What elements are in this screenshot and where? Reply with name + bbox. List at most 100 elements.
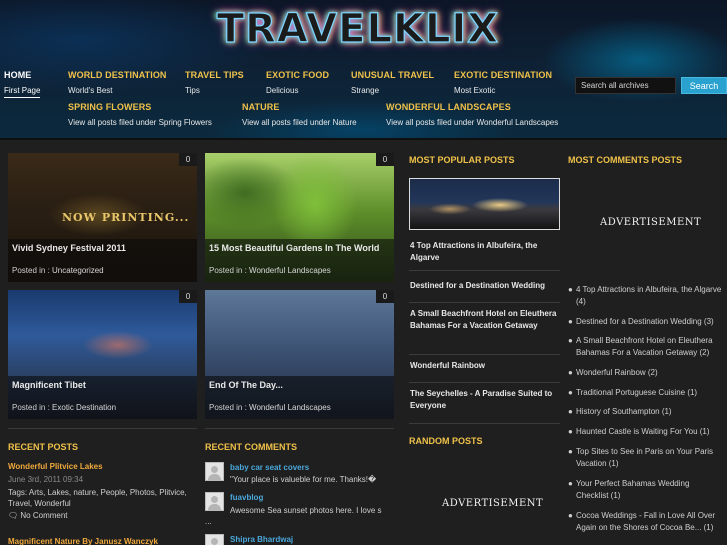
most-comments-item[interactable]: ● Destined for a Destination Wedding (3) [568,316,724,328]
advertisement-label: ADVERTISEMENT [600,217,702,228]
most-comments-item[interactable]: ● Cocoa Weddings - Fall in Love All Over … [568,510,724,534]
nav-item-unusual-travel[interactable]: UNUSUAL TRAVEL Strange [351,70,434,95]
featured-post-card[interactable]: 0 Magnificent Tibet Posted in : Exotic D… [8,290,197,419]
random-posts-heading: RANDOM POSTS [409,436,483,446]
comment-excerpt[interactable]: "Your place is valueble for me. Thanks!� [230,475,376,484]
nav-title: UNUSUAL TRAVEL [351,70,435,80]
search-input[interactable] [575,77,676,94]
category-link[interactable]: Exotic Destination [52,403,116,412]
featured-post-title[interactable]: Magnificent Tibet [12,380,86,390]
popular-post-link[interactable]: 4 Top Attractions in Albufeira, the Alga… [410,240,560,264]
nav-subtitle: Most Exotic [454,86,496,95]
most-comments-item[interactable]: ● Your Perfect Bahamas Wedding Checklist … [568,478,724,502]
most-comments-link[interactable]: Your Perfect Bahamas Wedding Checklist (… [568,478,724,502]
featured-post-title[interactable]: 15 Most Beautiful Gardens In The World [209,243,379,253]
most-comments-item[interactable]: ● History of Southampton (1) [568,406,724,418]
nav-title: EXOTIC FOOD [266,70,330,80]
nav-item-spring-flowers[interactable]: SPRING FLOWERS View all posts filed unde… [68,102,212,127]
popular-post-link[interactable]: Wonderful Rainbow [410,360,560,372]
recent-post-date: June 3rd, 2011 09:34 [8,475,84,484]
bullet-icon: ● [568,388,573,397]
popular-post-thumbnail[interactable] [409,178,560,230]
most-comments-item[interactable]: ● A Small Beachfront Hotel on Eleuthera B… [568,335,724,359]
divider [409,382,560,383]
popular-post-link[interactable]: The Seychelles - A Paradise Suited to Ev… [410,388,560,412]
most-comments-link[interactable]: Haunted Castle is Waiting For You (1) [568,426,724,438]
nav-subtitle: Delicious [266,86,299,95]
featured-post-card[interactable]: 0 End Of The Day... Posted in : Wonderfu… [205,290,394,419]
comment-link-label: No Comment [20,511,68,520]
comment-author-link[interactable]: fuavblog [230,493,263,502]
search-button[interactable]: Search [681,77,727,94]
nav-item-home[interactable]: HOME First Page [4,70,41,98]
featured-post-card[interactable]: 0 15 Most Beautiful Gardens In The World… [205,153,394,282]
recent-post-tags: Tags: Arts, Lakes, nature, People, Photo… [8,488,187,508]
recent-post-comment-link[interactable]: 🗨 No Comment [8,511,68,520]
bullet-icon: ● [568,407,573,416]
divider [409,354,560,355]
nav-item-wonderful-landscapes[interactable]: WONDERFUL LANDSCAPES View all posts file… [386,102,558,127]
nav-item-travel-tips[interactable]: TRAVEL TIPS Tips [185,70,244,95]
recent-post-title[interactable]: Wonderful Plitvice Lakes [8,462,103,471]
featured-post-title[interactable]: Vivid Sydney Festival 2011 [12,243,126,253]
recent-comments-heading: RECENT COMMENTS [205,442,297,452]
posted-in-label: Posted in : [209,266,250,275]
divider [409,270,560,271]
comment-excerpt[interactable]: Awesome Sea sunset photos here. I love s [230,506,382,515]
nav-title: WONDERFUL LANDSCAPES [386,102,511,112]
most-comments-link[interactable]: Cocoa Weddings - Fall in Love All Over A… [568,510,724,534]
most-comments-link[interactable]: History of Southampton (1) [568,406,724,418]
most-comments-item[interactable]: ● Traditional Portuguese Cuisine (1) [568,387,724,399]
nav-title: SPRING FLOWERS [68,102,152,112]
most-comments-item[interactable]: ● 4 Top Attractions in Albufeira, the Alg… [568,284,724,308]
most-comments-item[interactable]: ● Top Sites to See in Paris on Your Paris… [568,446,724,470]
most-comments-link[interactable]: A Small Beachfront Hotel on Eleuthera Ba… [568,335,724,359]
bullet-icon: ● [568,317,573,326]
most-comments-item[interactable]: ● Wonderful Rainbow (2) [568,367,724,379]
comment-author-link[interactable]: Shipra Bhardwaj [230,535,293,544]
nav-item-world-destination[interactable]: WORLD DESTINATION World's Best [68,70,167,95]
comment-icon: 🗨 [8,511,21,520]
nav-item-nature[interactable]: NATURE View all posts filed under Nature [242,102,357,127]
most-comments-link[interactable]: 4 Top Attractions in Albufeira, the Alga… [568,284,724,308]
posted-in-label: Posted in : [12,403,53,412]
featured-post-meta: Posted in : Uncategorized [12,266,104,275]
most-comments-link[interactable]: Top Sites to See in Paris on Your Paris … [568,446,724,470]
most-comments-link[interactable]: Destined for a Destination Wedding (3) [568,316,724,328]
category-link[interactable]: Uncategorized [52,266,104,275]
site-header: TRAVELKLIX HOME First Page WORLD DESTINA… [0,0,727,140]
nav-title: NATURE [242,102,280,112]
featured-post-title[interactable]: End Of The Day... [209,380,283,390]
featured-post-meta: Posted in : Wonderful Landscapes [209,403,331,412]
bullet-icon: ● [568,447,573,456]
recent-post-title[interactable]: Magnificent Nature By Janusz Wanczyk [8,537,158,545]
nav-item-exotic-destination[interactable]: EXOTIC DESTINATION Most Exotic [454,70,552,95]
recent-posts-heading: RECENT POSTS [8,442,79,452]
divider [8,428,197,429]
bullet-icon: ● [568,511,573,520]
nav-subtitle: View all posts filed under Spring Flower… [68,118,212,127]
nav-item-exotic-food[interactable]: EXOTIC FOOD Delicious [266,70,329,95]
nav-subtitle: Strange [351,86,380,95]
comment-author-link[interactable]: baby car seat covers [230,463,309,472]
site-logo[interactable]: TRAVELKLIX [198,5,518,58]
popular-post-link[interactable]: A Small Beachfront Hotel on Eleuthera Ba… [410,308,560,332]
nav-title: WORLD DESTINATION [68,70,167,80]
category-link[interactable]: Wonderful Landscapes [249,266,331,275]
bullet-icon: ● [568,427,573,436]
most-comments-item[interactable]: ● Haunted Castle is Waiting For You (1) [568,426,724,438]
comment-count-badge: 0 [376,290,394,303]
featured-post-card[interactable]: NOW PRINTING... 0 Vivid Sydney Festival … [8,153,197,282]
posted-in-label: Posted in : [12,266,53,275]
popular-post-link[interactable]: Destined for a Destination Wedding [410,280,560,292]
comment-count-badge: 0 [179,290,197,303]
featured-post-meta: Posted in : Exotic Destination [12,403,116,412]
most-comments-link[interactable]: Wonderful Rainbow (2) [568,367,724,379]
bullet-icon: ● [568,336,573,345]
comment-ellipsis: ... [205,517,212,526]
most-comments-link[interactable]: Traditional Portuguese Cuisine (1) [568,387,724,399]
nav-title: TRAVEL TIPS [185,70,244,80]
most-popular-heading: MOST POPULAR POSTS [409,155,515,165]
nav-subtitle: Tips [185,86,200,95]
category-link[interactable]: Wonderful Landscapes [249,403,331,412]
